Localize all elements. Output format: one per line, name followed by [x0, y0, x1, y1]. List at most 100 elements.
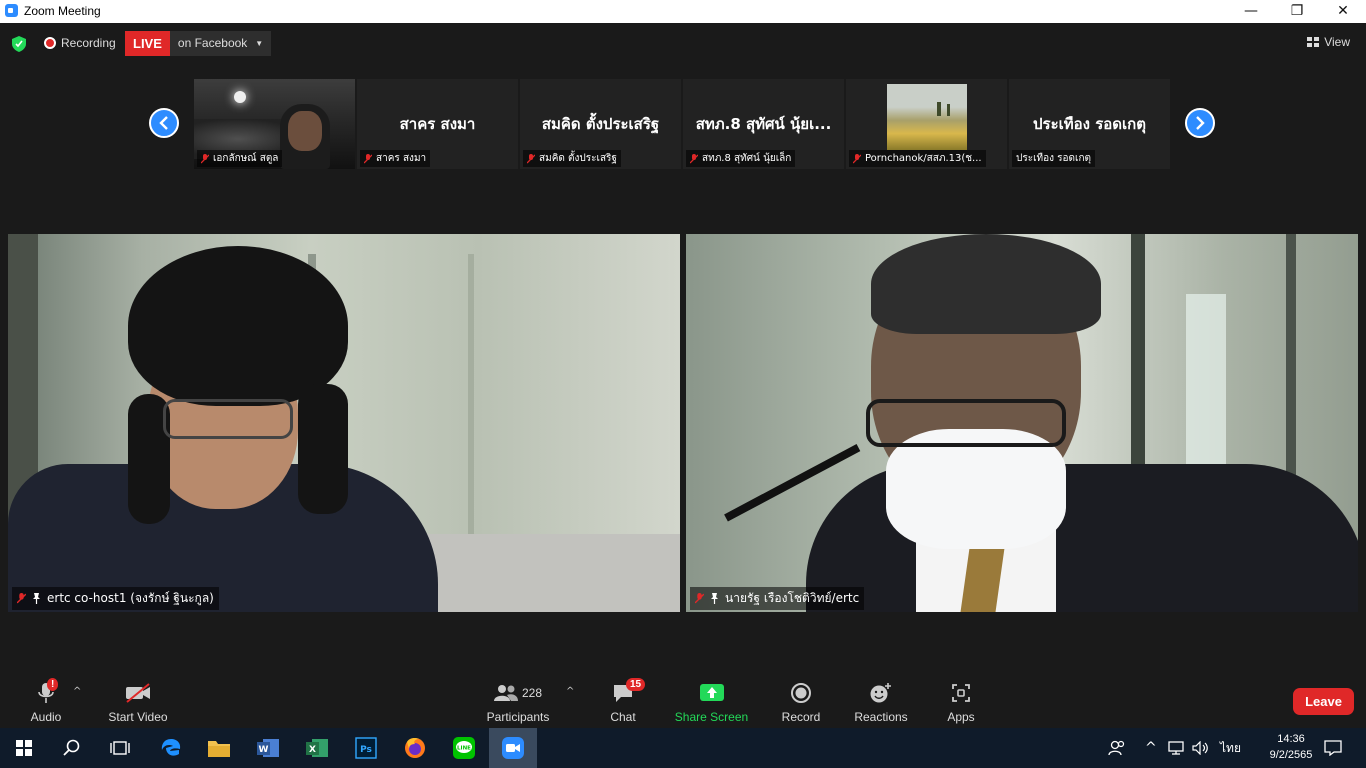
close-button[interactable]: ✕	[1320, 0, 1366, 23]
clock-date: 9/2/2565	[1269, 749, 1313, 761]
thumbnail-display-name: สทภ.8 สุทัศน์ นุ้ยเ...	[695, 115, 832, 133]
people-icon[interactable]	[1108, 728, 1126, 768]
reactions-button[interactable]: Reactions	[852, 680, 910, 724]
recording-dot-icon	[44, 37, 56, 49]
thumbnail-display-name: สาคร สงมา	[399, 115, 476, 133]
participants-options-caret[interactable]: ^	[566, 686, 574, 697]
language-label: ไทย	[1220, 740, 1241, 755]
previous-page-button[interactable]	[149, 108, 179, 138]
muted-mic-icon	[853, 153, 861, 163]
participant-thumbnail[interactable]: Pornchanok/สสภ.13(ช...	[846, 79, 1007, 169]
taskbar-app-excel[interactable]: X	[293, 728, 341, 768]
maximize-button[interactable]: ❐	[1274, 0, 1320, 23]
window-title-bar: Zoom Meeting — ❐ ✕	[0, 0, 1366, 23]
clock-time: 14:36	[1277, 733, 1305, 745]
windows-taskbar: W X Ps LINE ^ ไทย 14:36 9/2/2565	[0, 728, 1366, 768]
record-button[interactable]: Record	[779, 680, 823, 724]
volume-icon[interactable]	[1192, 728, 1210, 768]
audio-alert-badge: !	[47, 678, 59, 691]
record-icon	[791, 683, 811, 703]
apps-button[interactable]: Apps	[942, 680, 980, 724]
audio-options-caret[interactable]: ^	[73, 686, 81, 697]
excel-icon: X	[306, 739, 328, 757]
taskbar-app-line[interactable]: LINE	[440, 728, 488, 768]
taskbar-app-file-explorer[interactable]	[195, 728, 243, 768]
thumbnail-name: เอกลักษณ์ สตูล	[213, 153, 279, 164]
speaker-tray-icon	[1192, 741, 1208, 755]
taskbar-app-firefox[interactable]	[391, 728, 439, 768]
chevron-right-icon	[1196, 116, 1205, 130]
taskbar-search-button[interactable]	[48, 728, 96, 768]
search-icon	[63, 739, 80, 756]
task-view-button[interactable]	[96, 728, 144, 768]
windows-logo-icon	[16, 740, 32, 756]
share-screen-icon	[699, 684, 724, 701]
meeting-toolbar: ! Audio ^ Start Video 228 Participants ^	[0, 676, 1366, 728]
windows-start-button[interactable]	[0, 728, 48, 768]
encryption-shield-icon[interactable]	[12, 36, 26, 52]
edge-browser-icon	[161, 739, 181, 756]
start-video-button[interactable]: Start Video	[104, 680, 172, 724]
participant-thumbnail[interactable]: เอกลักษณ์ สตูล	[194, 79, 355, 169]
taskbar-app-photoshop[interactable]: Ps	[342, 728, 390, 768]
grid-view-icon	[1307, 37, 1320, 47]
participant-video[interactable]: นายรัฐ เรืองโชติวิทย์/ertc	[686, 234, 1358, 612]
thumbnail-caption: สทภ.8 สุทัศน์ นุ้ยเล็ก	[686, 150, 796, 167]
show-hidden-icons-button[interactable]: ^	[1145, 728, 1157, 768]
firefox-icon	[405, 738, 425, 758]
audio-label: Audio	[30, 710, 62, 724]
view-button[interactable]: View	[1307, 35, 1350, 49]
muted-mic-icon	[690, 153, 698, 163]
chevron-down-icon: ▼	[255, 39, 264, 48]
network-tray-icon	[1168, 741, 1184, 755]
live-destination-label: on Facebook	[177, 36, 248, 50]
share-screen-button[interactable]: Share Screen	[674, 680, 749, 724]
taskbar-app-word[interactable]: W	[244, 728, 292, 768]
participant-name-tag: ertc co-host1 (จงรักษ์ ฐินะกูล)	[12, 587, 219, 610]
participant-thumbnail[interactable]: สาคร สงมา สาคร สงมา	[357, 79, 518, 169]
thumbnail-name: ประเทือง รอดเกตุ	[1016, 153, 1092, 164]
line-messenger-icon: LINE	[453, 737, 475, 759]
participant-video[interactable]: ertc co-host1 (จงรักษ์ ฐินะกูล)	[8, 234, 680, 612]
chevron-up-icon: ^	[1145, 740, 1157, 756]
taskbar-app-edge[interactable]	[147, 728, 195, 768]
participants-button[interactable]: 228 Participants	[484, 680, 552, 724]
apps-icon	[952, 684, 970, 702]
audio-button[interactable]: ! Audio	[26, 678, 66, 724]
input-language-indicator[interactable]: ไทย	[1220, 728, 1241, 768]
zoom-icon	[502, 737, 524, 759]
chat-button[interactable]: 15 Chat	[603, 678, 646, 724]
taskbar-app-zoom[interactable]	[489, 728, 537, 768]
folder-icon	[208, 741, 230, 757]
participants-count: 228	[521, 686, 543, 700]
participant-thumbnail[interactable]: สมคิด ตั้งประเสริฐ สมคิด ตั้งประเสริฐ	[520, 79, 681, 169]
action-center-button[interactable]	[1324, 728, 1342, 768]
leave-button[interactable]: Leave	[1293, 688, 1354, 715]
svg-text:Ps: Ps	[360, 745, 372, 755]
svg-text:W: W	[259, 745, 269, 755]
live-stream-indicator[interactable]: LIVE on Facebook ▼	[125, 31, 272, 56]
participant-thumbnail[interactable]: ประเทือง รอดเกตุ ประเทือง รอดเกตุ	[1009, 79, 1170, 169]
minimize-button[interactable]: —	[1228, 0, 1274, 23]
system-clock[interactable]: 14:36 9/2/2565	[1266, 731, 1316, 763]
reactions-emoji-icon	[870, 683, 891, 703]
start-video-label: Start Video	[108, 710, 168, 724]
live-destination: on Facebook ▼	[169, 31, 272, 56]
thumbnail-name: Pornchanok/สสภ.13(ช...	[865, 153, 982, 164]
muted-mic-icon	[17, 593, 26, 604]
chevron-left-icon	[159, 116, 168, 130]
participants-label: Participants	[486, 710, 550, 724]
people-tray-icon	[1108, 740, 1125, 756]
muted-mic-icon	[364, 153, 372, 163]
participant-name: ertc co-host1 (จงรักษ์ ฐินะกูล)	[47, 591, 214, 605]
participant-thumbnail[interactable]: สทภ.8 สุทัศน์ นุ้ยเ... สทภ.8 สุทัศน์ นุ้…	[683, 79, 844, 169]
network-icon[interactable]	[1168, 728, 1186, 768]
next-page-button[interactable]	[1185, 108, 1215, 138]
thumbnail-caption: เอกลักษณ์ สตูล	[197, 150, 283, 167]
pin-icon	[711, 593, 718, 604]
thumbnail-caption: ประเทือง รอดเกตุ	[1012, 150, 1096, 167]
recording-indicator[interactable]: Recording	[44, 36, 116, 50]
photoshop-icon: Ps	[355, 737, 377, 759]
video-off-icon	[126, 683, 150, 703]
thumbnail-name: สาคร สงมา	[376, 153, 427, 164]
